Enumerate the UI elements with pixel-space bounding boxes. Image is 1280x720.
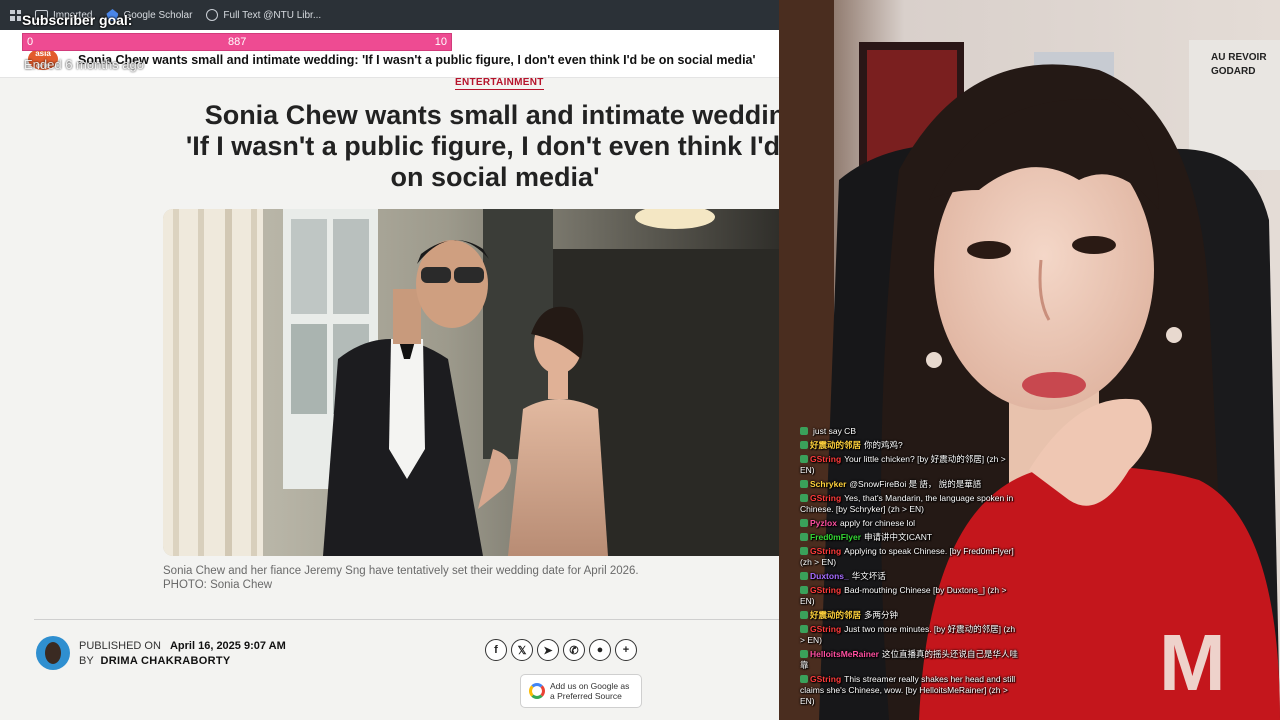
chat-text: 申请讲中文ICANT [864,532,933,542]
chat-badge-icon [800,480,808,488]
title-line: 'If I wasn't a public figure, I don't ev… [185,131,779,161]
chat-message: HelloitsMeRainer 这位直播真的摇头还说自己是华人哇靠 [800,649,1020,671]
whatsapp-icon[interactable]: ✆ [563,639,585,661]
photo-credit: PHOTO: Sonia Chew [163,579,273,591]
google-icon [529,683,545,699]
article-photo [163,209,779,556]
google-line: Add us on Google as [550,681,630,691]
goal-start: 0 [27,36,34,48]
chat-username[interactable]: Pyzlox [810,518,837,528]
bookmark-label: Full Text @NTU Libr... [223,9,322,21]
title-line: Sonia Chew wants small and intimate wedd… [204,100,779,130]
chat-badge-icon [800,625,808,633]
chat-message: 好震动的邻居 你的鸡鸡? [800,440,1020,451]
chat-badge-icon [800,494,808,502]
chat-message: GString This streamer really shakes her h… [800,674,1020,707]
chat-username[interactable]: HelloitsMeRainer [810,649,879,659]
chat-message: GString Applying to speak Chinese. [by Fr… [800,546,1020,568]
goal-current: 887 [228,36,247,48]
category-link[interactable]: ENTERTAINMENT [455,77,544,90]
subscriber-goal-bar: 0 887 10 [22,33,452,51]
share-buttons: f 𝕏 ➤ ✆ ● + [485,639,637,661]
chat-username[interactable]: 好震动的邻居 [810,610,861,620]
chat-username[interactable]: GString [810,546,841,556]
chat-message: 好震动的邻居 多两分钟 [800,610,1020,621]
chat-username[interactable]: Duxtons_ [810,571,849,581]
svg-text:M: M [1159,618,1226,707]
chat-text: apply for chinese lol [839,518,916,528]
sticky-headline: Sonia Chew wants small and intimate wedd… [78,53,756,67]
chat-username[interactable]: GString [810,493,841,503]
bookmark-label: Google Scholar [123,9,193,21]
google-source-text: Add us on Google as a Preferred Source [550,681,629,701]
chat-text: just say CB [813,426,856,436]
ended-timestamp: Ended 6 months ago [24,57,144,72]
article-title: Sonia Chew wants small and intimate wedd… [165,100,779,193]
chat-badge-icon [800,427,808,435]
plus-icon[interactable]: + [615,639,637,661]
chat-message: GString Yes, that's Mandarin, the languag… [800,493,1020,515]
chat-badge-icon [800,572,808,580]
chat-message: Fred0mFlyer 申请讲中文ICANT [800,532,1020,543]
published-line: PUBLISHED ON April 16, 2025 9:07 AM [79,640,286,652]
subscriber-goal-label: Subscriber goal: [22,12,133,28]
author-avatar[interactable] [36,636,70,670]
x-icon[interactable]: 𝕏 [511,639,533,661]
caption-text: Sonia Chew and her fiance Jeremy Sng hav… [163,565,639,577]
chat-badge-icon [800,519,808,527]
byline: BY DRIMA CHAKRABORTY [79,655,231,667]
chat-badge-icon [800,455,808,463]
chat-username[interactable]: GString [810,585,841,595]
chat-badge-icon [800,533,808,541]
chat-badge-icon [800,650,808,658]
globe-icon [206,9,219,21]
chat-badge-icon [800,586,808,594]
chat-message: GString Just two more minutes. [by 好震动的邻居… [800,624,1020,646]
browser-capture: Imported Google Scholar Full Text @NTU L… [0,0,779,720]
stream-screen: { "bookmarks": { "items": [ {"label": "I… [0,0,1280,720]
chat-username[interactable]: Fred0mFlyer [810,532,861,542]
chat-username[interactable]: Schryker [810,479,846,489]
bookmark-ntu-library[interactable]: Full Text @NTU Libr... [206,9,321,21]
chat-text: @SnowFireBoi 是 語， 說的是華語 [849,479,982,489]
chat-message: Schryker @SnowFireBoi 是 語， 說的是華語 [800,479,1020,490]
chat-badge-icon [800,675,808,683]
chat-badge-icon [800,611,808,619]
chat-username[interactable]: GString [810,624,841,634]
poster-text: AU REVOIR [1211,52,1267,63]
apps-grid-icon[interactable] [10,9,21,21]
chat-text: 你的鸡鸡? [864,440,903,450]
author-name[interactable]: DRIMA CHAKRABORTY [101,655,231,667]
chat-username[interactable]: GString [810,454,841,464]
chat-text: 华文坏话 [851,571,886,581]
chat-username[interactable]: 好震动的邻居 [810,440,861,450]
google-preferred-source-button[interactable]: Add us on Google as a Preferred Source [520,674,642,708]
svg-text:GODARD: GODARD [1211,66,1255,77]
published-date: April 16, 2025 9:07 AM [169,640,286,652]
chat-message: Pyzlox apply for chinese lol [800,518,1020,529]
reddit-icon[interactable]: ● [589,639,611,661]
chat-message: GString Bad-mouthing Chinese [by Duxtons_… [800,585,1020,607]
telegram-icon[interactable]: ➤ [537,639,559,661]
chat-overlay: just say CB 好震动的邻居 你的鸡鸡? GString Your little… [800,426,1020,710]
chat-badge-icon [800,441,808,449]
chat-text: 多两分钟 [864,610,899,620]
chat-message: just say CB [800,426,1020,437]
chat-badge-icon [800,547,808,555]
title-line: on social media' [390,162,600,192]
chat-username[interactable]: GString [810,674,841,684]
photo-caption: Sonia Chew and her fiance Jeremy Sng hav… [163,564,639,592]
google-line: a Preferred Source [550,691,622,701]
facebook-icon[interactable]: f [485,639,507,661]
divider [34,619,779,620]
published-label: PUBLISHED ON [79,640,161,652]
chat-message: GString Your little chicken? [by 好震动的邻居] … [800,454,1020,476]
by-label: BY [79,655,94,667]
goal-target: 10 [434,36,447,48]
couple-photo-image [163,209,779,556]
chat-message: Duxtons_ 华文坏话 [800,571,1020,582]
